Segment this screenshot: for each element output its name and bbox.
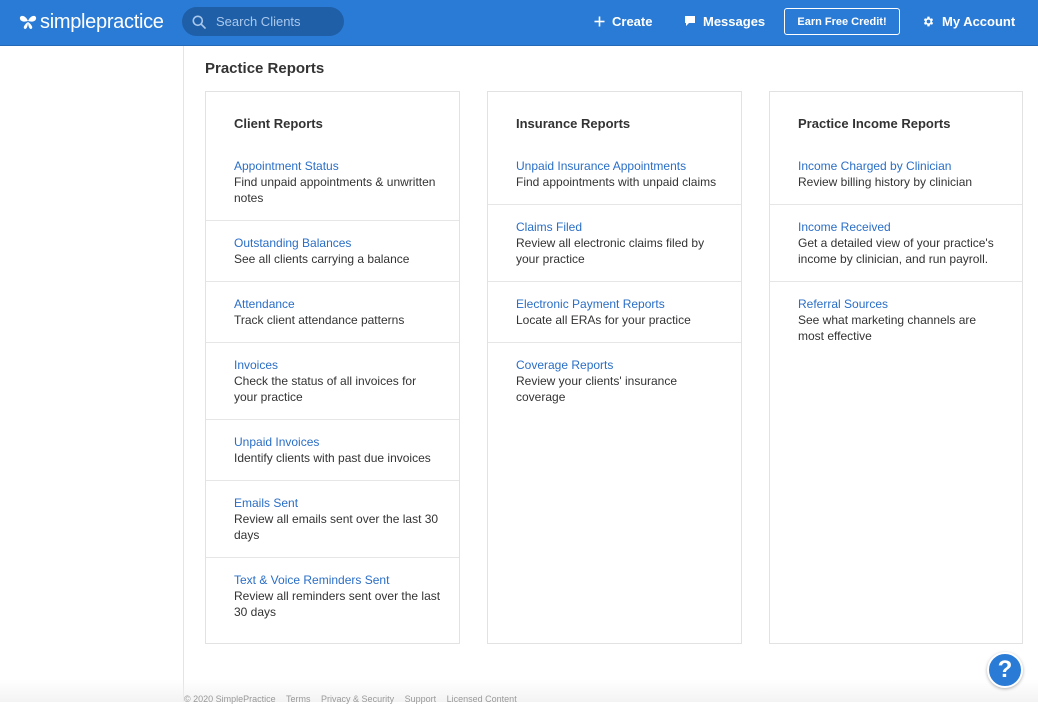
help-button[interactable]: ? <box>987 652 1023 688</box>
report-item: Invoices Check the status of all invoice… <box>206 343 459 420</box>
report-item: Electronic Payment Reports Locate all ER… <box>488 282 741 343</box>
report-link-invoices[interactable]: Invoices <box>234 357 441 373</box>
report-item: Appointment Status Find unpaid appointme… <box>206 144 459 221</box>
report-description: See what marketing channels are most eff… <box>798 313 977 343</box>
report-link-unpaid-invoices[interactable]: Unpaid Invoices <box>234 434 441 450</box>
earn-free-credit-label: Earn Free Credit! <box>797 15 887 28</box>
report-item: Emails Sent Review all emails sent over … <box>206 481 459 558</box>
messages-label: Messages <box>703 13 766 29</box>
footer-terms-link[interactable]: Terms <box>286 694 311 704</box>
report-link-attendance[interactable]: Attendance <box>234 296 441 312</box>
insurance-reports-card: Insurance Reports Unpaid Insurance Appoi… <box>487 91 742 644</box>
logo[interactable]: simple practice <box>18 9 164 35</box>
report-description: Review billing history by clinician <box>798 175 973 189</box>
report-description: Get a detailed view of your practice's i… <box>798 236 994 266</box>
report-link-income-charged-by-clinician[interactable]: Income Charged by Clinician <box>798 158 1004 174</box>
footer-privacy-link[interactable]: Privacy & Security <box>321 694 394 704</box>
earn-free-credit-button[interactable]: Earn Free Credit! <box>784 8 900 35</box>
butterfly-logo-icon <box>19 15 37 29</box>
create-label: Create <box>612 13 653 29</box>
search-icon <box>192 15 206 29</box>
chat-bubble-icon <box>685 16 695 26</box>
report-description: Check the status of all invoices for you… <box>234 374 417 404</box>
report-item: Unpaid Insurance Appointments Find appoi… <box>488 144 741 205</box>
report-item: Unpaid Invoices Identify clients with pa… <box>206 420 459 481</box>
report-description: Review all reminders sent over the last … <box>234 589 441 619</box>
card-title: Client Reports <box>234 116 323 131</box>
report-link-outstanding-balances[interactable]: Outstanding Balances <box>234 235 441 251</box>
messages-button[interactable]: Messages <box>684 0 765 42</box>
report-item: Income Charged by Clinician Review billi… <box>770 144 1022 205</box>
plus-icon <box>594 16 605 26</box>
report-description: Locate all ERAs for your practice <box>516 313 691 327</box>
footer-support-link[interactable]: Support <box>405 694 437 704</box>
report-description: Review all electronic claims filed by yo… <box>516 236 705 266</box>
report-description: Review your clients' insurance coverage <box>516 374 678 404</box>
report-item: Coverage Reports Review your clients' in… <box>488 343 741 419</box>
report-link-income-received[interactable]: Income Received <box>798 219 1004 235</box>
report-item: Income Received Get a detailed view of y… <box>770 205 1022 282</box>
report-link-claims-filed[interactable]: Claims Filed <box>516 219 723 235</box>
report-description: Find appointments with unpaid claims <box>516 175 717 189</box>
report-link-coverage-reports[interactable]: Coverage Reports <box>516 357 723 373</box>
report-description: Track client attendance patterns <box>234 313 405 327</box>
search-input[interactable] <box>214 13 339 30</box>
report-link-electronic-payment-reports[interactable]: Electronic Payment Reports <box>516 296 723 312</box>
report-item: Attendance Track client attendance patte… <box>206 282 459 343</box>
footer: © 2020 SimplePractice Terms Privacy & Se… <box>184 694 525 704</box>
sidebar <box>0 46 184 702</box>
card-title: Practice Income Reports <box>798 116 951 131</box>
report-item: Text & Voice Reminders Sent Review all r… <box>206 558 459 634</box>
footer-copyright: © 2020 SimplePractice <box>184 694 276 704</box>
report-description: Identify clients with past due invoices <box>234 451 431 465</box>
report-link-referral-sources[interactable]: Referral Sources <box>798 296 1004 312</box>
card-title: Insurance Reports <box>516 116 631 131</box>
logo-text-practice: practice <box>96 10 164 33</box>
report-link-unpaid-insurance-appointments[interactable]: Unpaid Insurance Appointments <box>516 158 723 174</box>
report-description: See all clients carrying a balance <box>234 252 410 266</box>
gear-icon <box>923 16 934 26</box>
create-button[interactable]: Create <box>594 0 652 42</box>
report-item: Claims Filed Review all electronic claim… <box>488 205 741 282</box>
my-account-button[interactable]: My Account <box>922 0 1015 42</box>
report-link-appointment-status[interactable]: Appointment Status <box>234 158 441 174</box>
report-item: Outstanding Balances See all clients car… <box>206 221 459 282</box>
footer-licensed-content-link[interactable]: Licensed Content <box>447 694 517 704</box>
my-account-label: My Account <box>942 13 1016 29</box>
question-mark-icon: ? <box>997 656 1013 683</box>
search-box[interactable] <box>182 7 344 36</box>
logo-text-simple: simple <box>40 10 96 33</box>
report-link-text-voice-reminders-sent[interactable]: Text & Voice Reminders Sent <box>234 572 441 588</box>
client-reports-card: Client Reports Appointment Status Find u… <box>205 91 460 644</box>
top-navigation-bar: simplepractice Create Messages Earn Free… <box>0 0 1038 46</box>
page-title: Practice Reports <box>205 60 325 77</box>
report-link-emails-sent[interactable]: Emails Sent <box>234 495 441 511</box>
practice-income-reports-card: Practice Income Reports Income Charged b… <box>769 91 1023 644</box>
report-description: Review all emails sent over the last 30 … <box>234 512 439 542</box>
report-description: Find unpaid appointments & unwritten not… <box>234 175 436 205</box>
report-item: Referral Sources See what marketing chan… <box>770 282 1022 358</box>
